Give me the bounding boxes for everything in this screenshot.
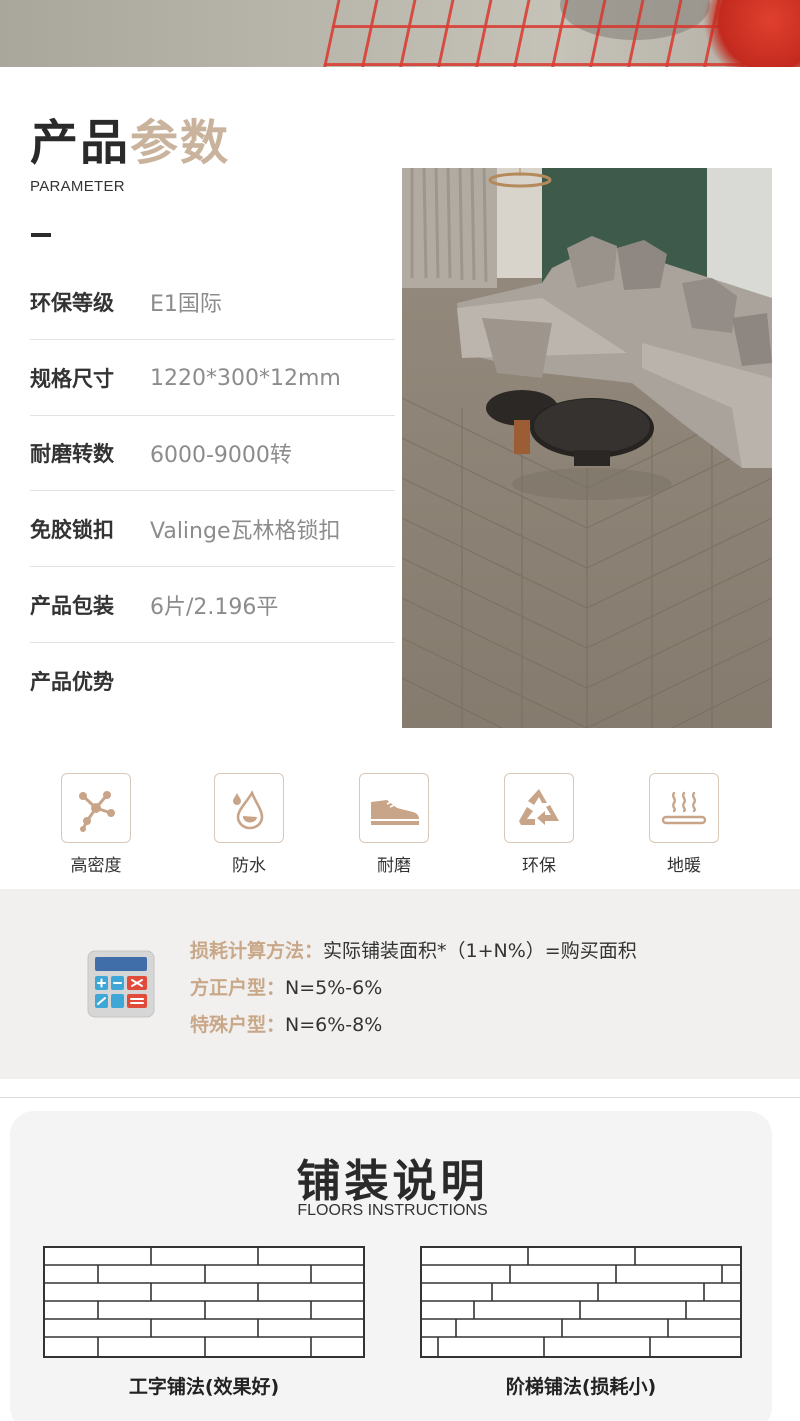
loss-calculation-section: 损耗计算方法：实际铺装面积*（1+N%）=购买面积 方正户型：N=5%-6% 特…	[0, 889, 800, 1079]
param-label: 环保等级	[30, 291, 114, 315]
param-label: 耐磨转数	[30, 442, 114, 466]
floor-heating-icon	[649, 773, 719, 843]
red-glow-image	[700, 0, 800, 67]
i-pattern-caption: 工字铺法(效果好)	[128, 1376, 280, 1398]
title-dark-part: 产品	[30, 115, 131, 171]
param-label: 免胶锁扣	[30, 518, 114, 542]
feature-label: 耐磨	[377, 856, 411, 876]
feature-label: 环保	[522, 856, 556, 876]
heating-grid-image	[320, 0, 760, 67]
feature-label: 地暖	[667, 856, 701, 876]
feature-wear-resistant: 耐磨	[359, 773, 429, 876]
section-separator	[0, 1097, 800, 1098]
param-label: 产品包装	[30, 594, 114, 618]
loss-special-value: N=6%-8%	[285, 1014, 383, 1036]
section-title: 产品参数	[30, 112, 230, 174]
param-row-lock: 免胶锁扣 Valinge瓦林格锁扣	[30, 491, 395, 567]
molecule-icon	[61, 773, 131, 843]
i-pattern-diagram	[43, 1246, 365, 1358]
param-row-size: 规格尺寸 1220*300*12mm	[30, 340, 395, 416]
step-pattern-diagram	[420, 1246, 742, 1358]
water-drop-icon	[214, 773, 284, 843]
section-subtitle: PARAMETER	[30, 178, 125, 195]
loss-square-line: 方正户型：N=5%-6%	[190, 973, 382, 1000]
loss-special-key: 特殊户型：	[190, 1014, 286, 1036]
param-row-eco-grade: 环保等级 E1国际	[30, 264, 395, 340]
feature-waterproof: 防水	[214, 773, 284, 876]
param-value: E1国际	[150, 292, 222, 317]
feature-floor-heating: 地暖	[649, 773, 719, 876]
loss-square-value: N=5%-6%	[285, 977, 383, 999]
param-value: 6片/2.196平	[150, 595, 279, 620]
param-row-advantages: 产品优势	[30, 643, 395, 719]
param-label: 产品优势	[30, 670, 114, 694]
recycle-icon	[504, 773, 574, 843]
loss-method-line: 损耗计算方法：实际铺装面积*（1+N%）=购买面积	[190, 936, 637, 963]
param-value: Valinge瓦林格锁扣	[150, 519, 341, 544]
loss-method-key: 损耗计算方法：	[190, 940, 324, 962]
step-pattern-caption: 阶梯铺法(损耗小)	[505, 1376, 657, 1398]
instructions-subtitle: FLOORS INSTRUCTIONS	[297, 1202, 488, 1219]
feature-high-density: 高密度	[61, 773, 131, 876]
title-dash	[31, 233, 51, 237]
room-photo	[402, 168, 772, 728]
feature-eco: 环保	[504, 773, 574, 876]
param-value: 1220*300*12mm	[150, 365, 341, 391]
param-value: 6000-9000转	[150, 443, 292, 468]
param-row-wear: 耐磨转数 6000-9000转	[30, 415, 395, 491]
param-row-package: 产品包装 6片/2.196平	[30, 567, 395, 643]
loss-special-line: 特殊户型：N=6%-8%	[190, 1010, 382, 1037]
loss-square-key: 方正户型：	[190, 977, 286, 999]
top-photo-strip	[0, 0, 800, 67]
instructions-title: 铺装说明	[296, 1156, 489, 1207]
shoe-icon	[359, 773, 429, 843]
loss-method-value: 实际铺装面积*（1+N%）=购买面积	[323, 940, 637, 962]
title-accent-part: 参数	[130, 115, 231, 171]
feature-label: 防水	[232, 856, 266, 876]
param-label: 规格尺寸	[30, 367, 114, 391]
feature-label: 高密度	[70, 856, 122, 876]
calculator-icon	[86, 949, 156, 1019]
